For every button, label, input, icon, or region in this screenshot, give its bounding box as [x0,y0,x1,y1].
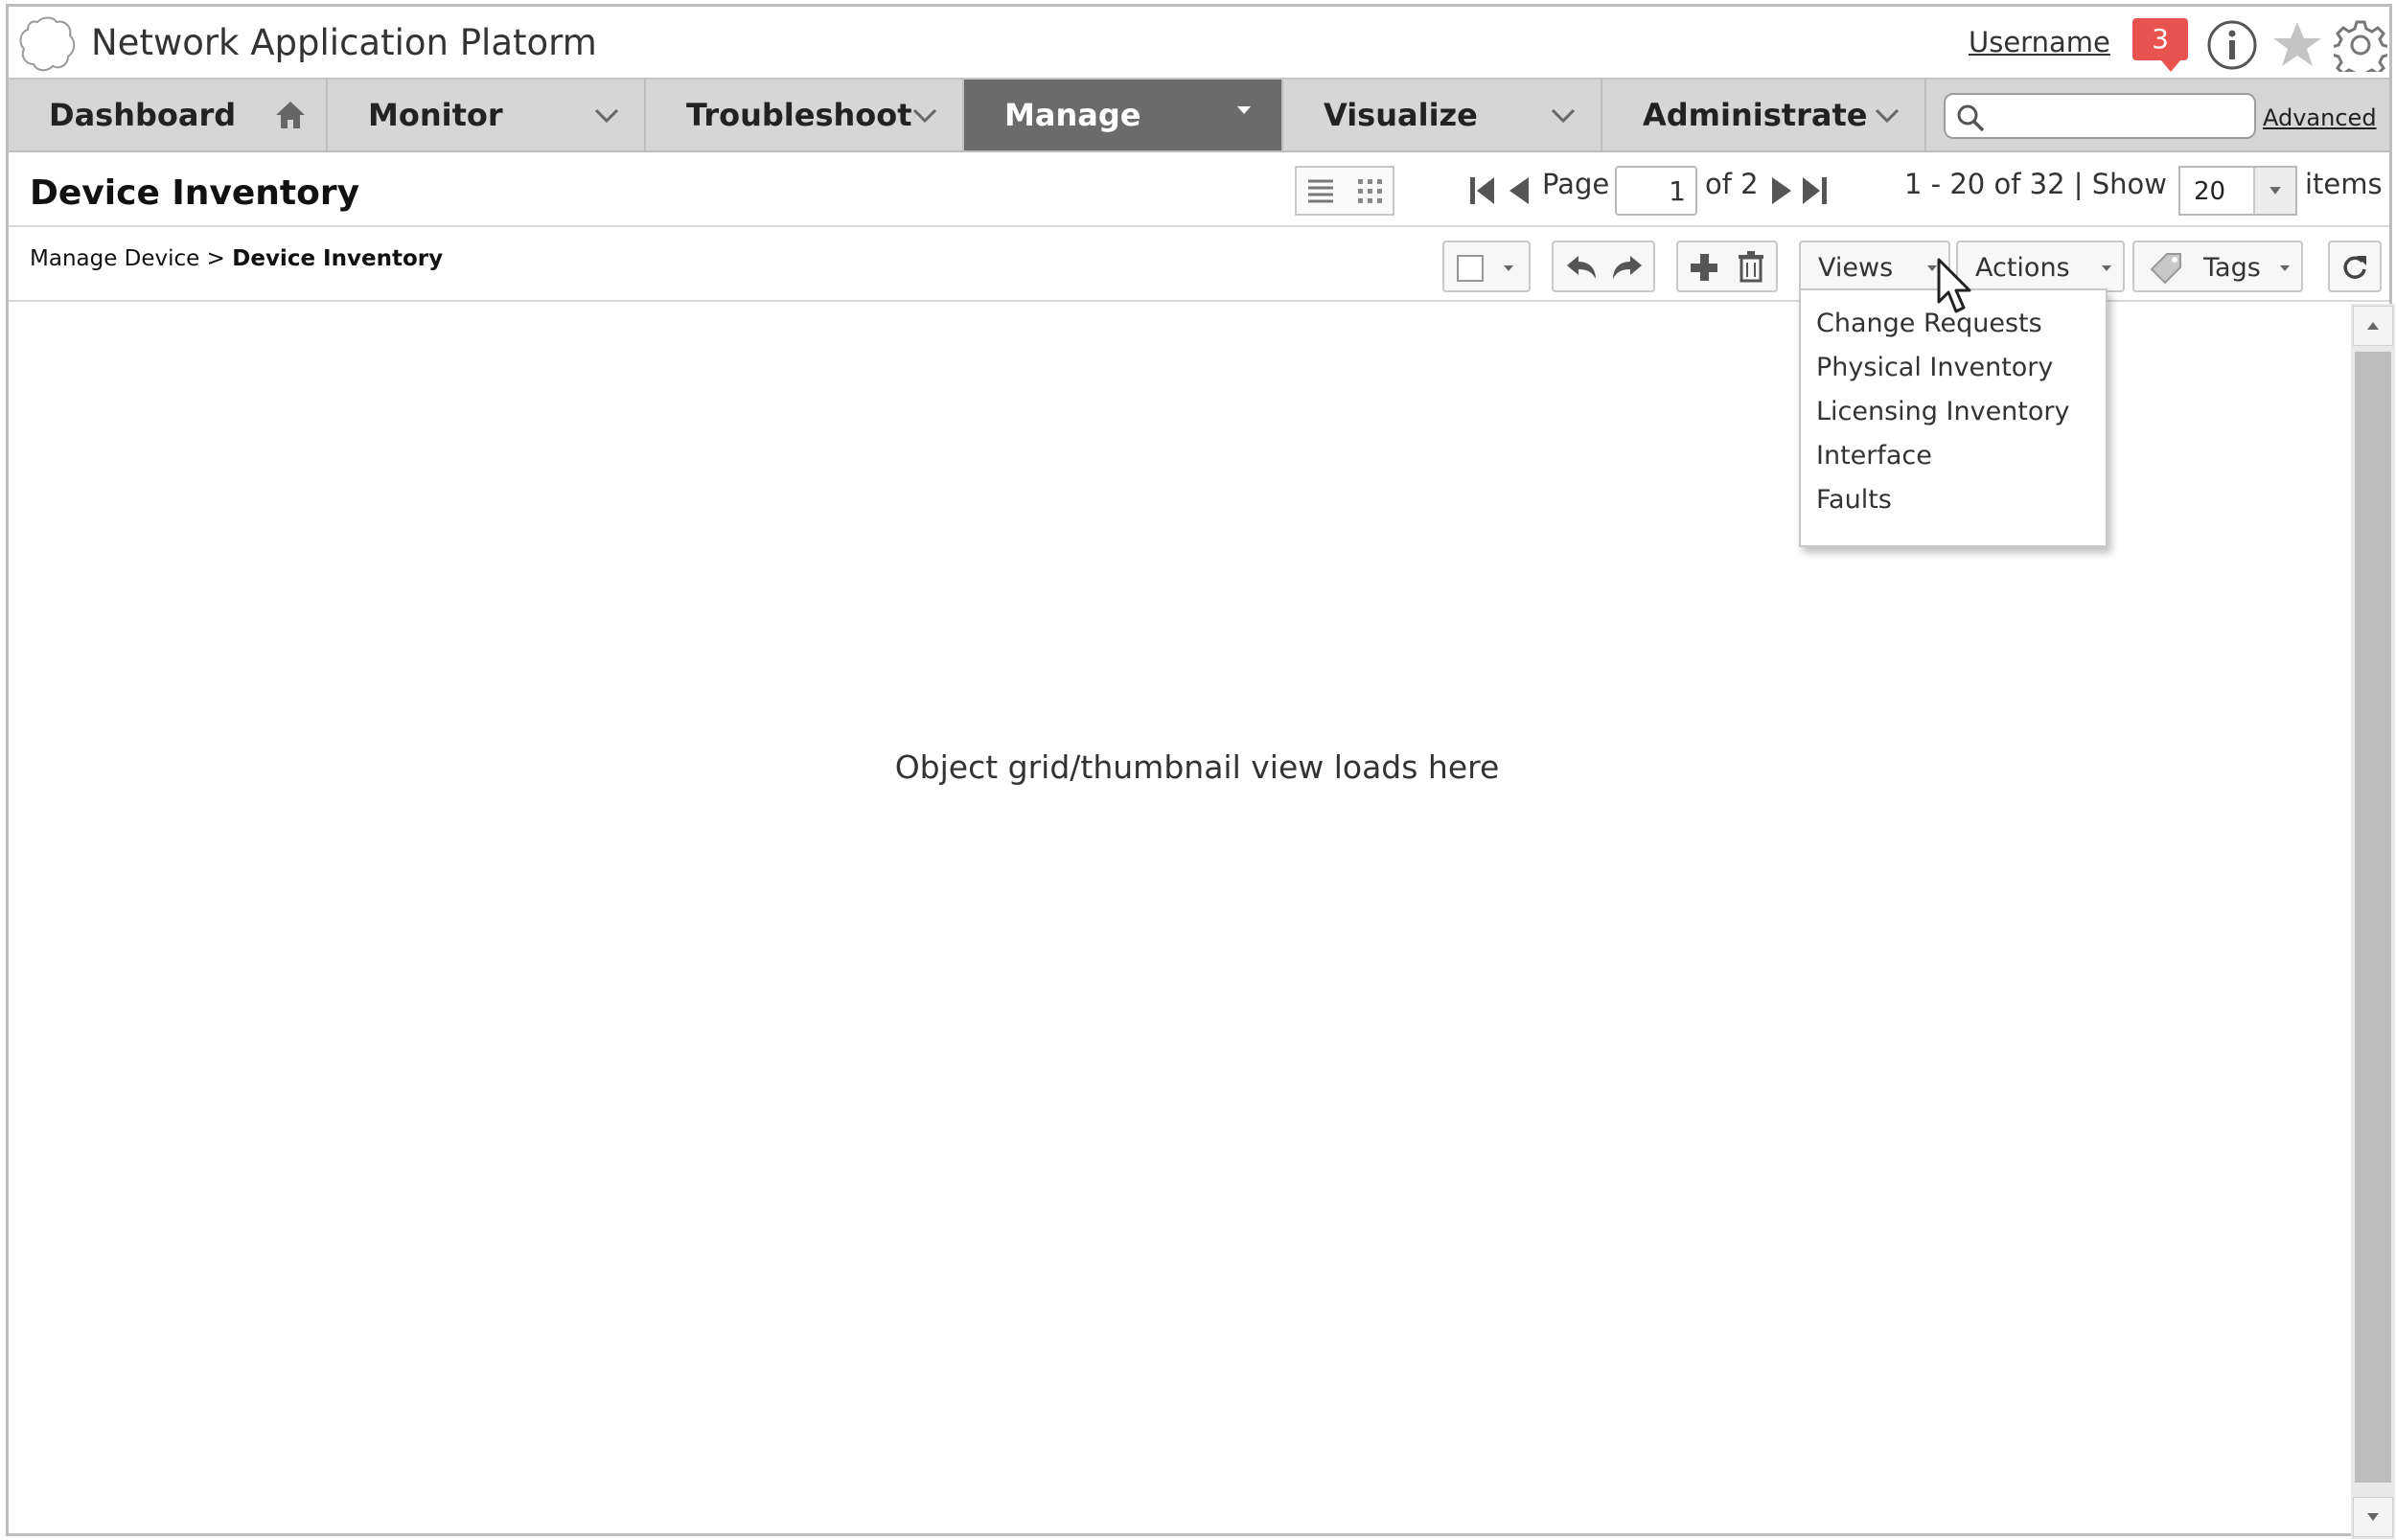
nav-item-label: Visualize [1324,97,1478,133]
select-all-dropdown[interactable] [1442,241,1531,292]
list-view-icon[interactable] [1297,168,1345,214]
delete-icon[interactable] [1736,250,1766,283]
app-title: Network Application Platorm [91,22,597,63]
tags-dropdown-button[interactable]: Tags [2132,241,2303,292]
first-page-icon[interactable] [1467,173,1498,208]
add-delete-group [1676,241,1778,292]
refresh-icon [2343,256,2366,279]
app-header: Network Application Platorm Username 3 [9,7,2389,78]
username-link[interactable]: Username [1969,26,2110,58]
redo-icon[interactable] [1609,252,1646,283]
scroll-up-button[interactable] [2353,306,2393,346]
last-page-icon[interactable] [1799,173,1830,208]
star-icon[interactable] [2270,18,2324,72]
range-label: 1 - 20 of 32 | Show [1904,168,2167,200]
scroll-down-button[interactable] [2353,1497,2393,1537]
menu-item-faults[interactable]: Faults [1801,478,2106,522]
search-box [1944,93,2256,139]
page-title: Device Inventory [30,173,360,213]
menu-item-interface[interactable]: Interface [1801,434,2106,478]
tag-icon [2150,253,2181,285]
scroll-thumb[interactable] [2355,352,2391,1483]
nav-item-troubleshoot[interactable]: Troubleshoot [646,80,964,150]
nav-item-label: Troubleshoot [686,97,912,133]
views-dropdown-button[interactable]: Views [1799,241,1950,292]
chevron-down-icon [912,108,937,124]
info-icon[interactable] [2205,18,2259,72]
previous-page-icon[interactable] [1504,173,1534,208]
breadcrumb: Manage Device > Device Inventory [30,246,443,271]
nav-item-dashboard[interactable]: Dashboard [9,80,328,150]
nav-item-administrate[interactable]: Administrate [1602,80,1926,150]
nav-item-label: Dashboard [49,97,237,133]
grid-view-icon[interactable] [1347,168,1394,214]
chevron-down-icon [1875,108,1900,124]
search-input[interactable] [1992,99,2250,133]
views-label: Views [1818,253,1894,283]
caret-down-icon [1504,265,1513,271]
items-label: items [2305,168,2383,200]
home-icon [276,102,305,128]
breadcrumb-parent-link[interactable]: Manage Device [30,246,199,271]
items-per-page-value: 20 [2194,177,2226,206]
checkbox-icon [1457,255,1484,282]
arrow-down-icon [2367,1513,2379,1521]
notification-badge[interactable]: 3 [2132,18,2188,72]
nav-item-label: Administrate [1643,97,1868,133]
page-label: Page [1542,168,1610,200]
cloud-logo-icon [19,16,76,72]
nav-item-manage[interactable]: Manage [964,80,1283,150]
caret-down-icon [2102,265,2111,271]
tags-label: Tags [2203,253,2261,283]
content-placeholder: Object grid/thumbnail view loads here [894,748,1500,786]
title-bar: Device Inventory Page of 2 [9,152,2389,227]
actions-dropdown-button[interactable]: Actions [1956,241,2125,292]
chevron-down-icon [1551,108,1576,124]
page-count-label: of 2 [1705,168,1759,200]
mouse-cursor-icon [1937,258,1971,313]
page-number-input[interactable] [1615,166,1697,216]
caret-down-icon [2253,168,2295,214]
refresh-button[interactable] [2328,241,2382,292]
actions-label: Actions [1975,253,2070,283]
gear-icon[interactable] [2334,18,2387,72]
caret-down-icon [2280,265,2290,271]
nav-item-visualize[interactable]: Visualize [1283,80,1602,150]
add-icon[interactable] [1688,252,1720,283]
menu-item-physical-inventory[interactable]: Physical Inventory [1801,346,2106,390]
main-nav: Dashboard Monitor Troubleshoot Manage Vi… [9,78,2389,152]
app-window: Network Application Platorm Username 3 D… [6,4,2395,1539]
vertical-scrollbar[interactable] [2351,304,2395,1539]
advanced-search-link[interactable]: Advanced [2263,104,2377,131]
nav-item-label: Manage [1004,97,1141,133]
caret-down-icon [1237,106,1251,114]
undo-redo-group [1552,241,1655,292]
chevron-down-icon [594,108,619,124]
breadcrumb-current: Device Inventory [232,246,444,271]
arrow-up-icon [2367,322,2379,330]
undo-icon[interactable] [1563,252,1600,283]
search-icon [1957,104,1985,132]
nav-item-monitor[interactable]: Monitor [328,80,646,150]
items-per-page-select[interactable]: 20 [2178,166,2297,216]
views-dropdown-menu: Change Requests Physical Inventory Licen… [1799,288,2108,547]
nav-item-label: Monitor [368,97,503,133]
view-toggle [1295,166,1394,216]
next-page-icon[interactable] [1766,173,1797,208]
breadcrumb-separator: > [206,246,225,271]
menu-item-licensing-inventory[interactable]: Licensing Inventory [1801,390,2106,434]
